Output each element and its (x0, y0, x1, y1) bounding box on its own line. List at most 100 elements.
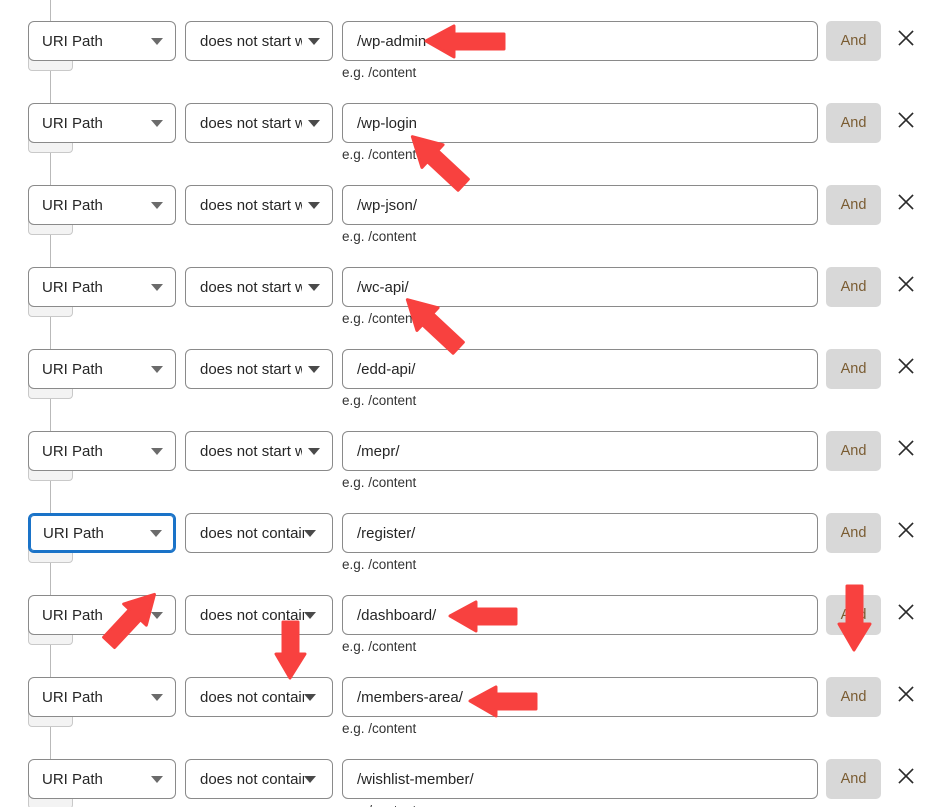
chevron-down-icon (151, 365, 163, 373)
value-input-0[interactable]: /wp-admin (342, 21, 818, 61)
subject-select-label: URI Path (42, 114, 103, 132)
subject-select-2[interactable]: URI Path (28, 185, 176, 225)
remove-condition-button-3[interactable] (895, 273, 919, 299)
operator-select-7[interactable]: does not contain (185, 595, 333, 635)
condition-row-1: URI Path does not start with/wp-login e.g.… (0, 103, 928, 162)
chevron-down-icon (151, 775, 163, 783)
value-hint-8: e.g. /content (342, 721, 417, 736)
remove-condition-button-2[interactable] (895, 191, 919, 217)
value-hint-5: e.g. /content (342, 475, 417, 490)
subject-select-1[interactable]: URI Path (28, 103, 176, 143)
chevron-down-icon (151, 693, 163, 701)
remove-condition-button-6[interactable] (895, 519, 919, 545)
row-and-button-1[interactable]: And (826, 103, 881, 143)
condition-row-5: URI Path does not start with/mepr/e.g. /c… (0, 431, 928, 490)
row-and-button-5[interactable]: And (826, 431, 881, 471)
condition-row-6: URI Path does not contain/register/e.g. /… (0, 513, 928, 572)
row-and-button-2[interactable]: And (826, 185, 881, 225)
close-icon (898, 30, 914, 46)
operator-select-3[interactable]: does not start with (185, 267, 333, 307)
chevron-down-icon (151, 37, 163, 45)
condition-row-4: URI Path does not start with/edd-api/e.g.… (0, 349, 928, 408)
row-and-button-4[interactable]: And (826, 349, 881, 389)
subject-select-label: URI Path (43, 524, 104, 542)
chevron-down-icon (151, 201, 163, 209)
condition-row-0: URI Path does not start with/wp-admin e.g.… (0, 21, 928, 80)
value-hint-7: e.g. /content (342, 639, 417, 654)
close-icon (898, 768, 914, 784)
value-input-8[interactable]: /members-area/ (342, 677, 818, 717)
value-hint-1: e.g. /content (342, 147, 417, 162)
close-icon (898, 276, 914, 292)
operator-select-label: does not start with (200, 196, 302, 214)
row-and-button-9[interactable]: And (826, 759, 881, 799)
remove-condition-button-7[interactable] (895, 601, 919, 627)
close-icon (898, 358, 914, 374)
operator-select-6[interactable]: does not contain (185, 513, 333, 553)
subject-select-label: URI Path (42, 32, 103, 50)
remove-condition-button-0[interactable] (895, 27, 919, 53)
row-and-button-0[interactable]: And (826, 21, 881, 61)
subject-select-label: URI Path (42, 442, 103, 460)
value-hint-2: e.g. /content (342, 229, 417, 244)
close-icon (898, 112, 914, 128)
subject-select-0[interactable]: URI Path (28, 21, 176, 61)
chevron-down-icon (308, 447, 320, 455)
remove-condition-button-9[interactable] (895, 765, 919, 791)
value-input-5[interactable]: /mepr/ (342, 431, 818, 471)
value-input-7[interactable]: /dashboard/ (342, 595, 818, 635)
remove-condition-button-4[interactable] (895, 355, 919, 381)
close-icon (898, 440, 914, 456)
chevron-down-icon (308, 365, 320, 373)
subject-select-label: URI Path (42, 606, 103, 624)
subject-select-5[interactable]: URI Path (28, 431, 176, 471)
condition-row-7: URI Path does not contain/dashboard/e.g. … (0, 595, 928, 654)
chevron-down-icon (308, 283, 320, 291)
value-input-3[interactable]: /wc-api/ (342, 267, 818, 307)
subject-select-4[interactable]: URI Path (28, 349, 176, 389)
value-hint-9: e.g. /content (342, 803, 416, 807)
subject-select-8[interactable]: URI Path (28, 677, 176, 717)
chevron-down-icon (304, 775, 316, 783)
subject-select-label: URI Path (42, 688, 103, 706)
chevron-down-icon (151, 283, 163, 291)
operator-select-label: does not start with (200, 278, 302, 296)
chevron-down-icon (151, 447, 163, 455)
operator-select-2[interactable]: does not start with (185, 185, 333, 225)
subject-select-9[interactable]: URI Path (28, 759, 176, 799)
subject-select-label: URI Path (42, 278, 103, 296)
operator-select-5[interactable]: does not start with (185, 431, 333, 471)
operator-select-0[interactable]: does not start with (185, 21, 333, 61)
operator-select-4[interactable]: does not start with (185, 349, 333, 389)
condition-row-8: URI Path does not contain/members-area/e.… (0, 677, 928, 736)
remove-condition-button-5[interactable] (895, 437, 919, 463)
rule-builder-canvas: AndAndAndAndAndAndAndAndAndAndAndURI Pat… (0, 0, 928, 807)
close-icon (898, 686, 914, 702)
remove-condition-button-1[interactable] (895, 109, 919, 135)
subject-select-7[interactable]: URI Path (28, 595, 176, 635)
close-icon (898, 604, 914, 620)
value-input-6[interactable]: /register/ (342, 513, 818, 553)
row-and-button-8[interactable]: And (826, 677, 881, 717)
subject-select-3[interactable]: URI Path (28, 267, 176, 307)
value-input-2[interactable]: /wp-json/ (342, 185, 818, 225)
operator-select-9[interactable]: does not contain (185, 759, 333, 799)
value-hint-6: e.g. /content (342, 557, 417, 572)
value-hint-3: e.g. /content (342, 311, 417, 326)
operator-select-1[interactable]: does not start with (185, 103, 333, 143)
chevron-down-icon (151, 119, 163, 127)
row-and-button-7[interactable]: And (826, 595, 881, 635)
value-input-9[interactable]: /wishlist-member/ (342, 759, 818, 799)
operator-select-8[interactable]: does not contain (185, 677, 333, 717)
value-input-4[interactable]: /edd-api/ (342, 349, 818, 389)
value-input-1[interactable]: /wp-login (342, 103, 818, 143)
subject-select-6[interactable]: URI Path (28, 513, 176, 553)
close-icon (898, 194, 914, 210)
chevron-down-icon (304, 693, 316, 701)
close-icon (898, 522, 914, 538)
row-and-button-3[interactable]: And (826, 267, 881, 307)
row-and-button-6[interactable]: And (826, 513, 881, 553)
value-hint-4: e.g. /content (342, 393, 417, 408)
operator-select-label: does not contain (200, 688, 304, 706)
remove-condition-button-8[interactable] (895, 683, 919, 709)
